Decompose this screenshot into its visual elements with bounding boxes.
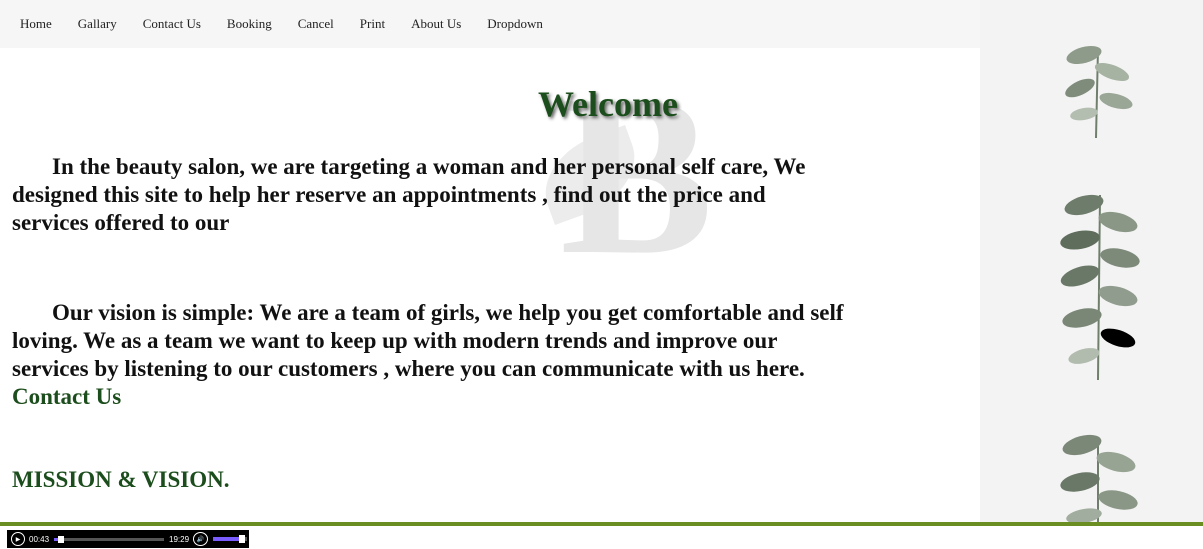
- nav-print[interactable]: Print: [360, 16, 385, 32]
- seek-handle[interactable]: [58, 535, 65, 543]
- eucalyptus-branch-3: [1060, 434, 1138, 524]
- eucalyptus-decoration: [1060, 45, 1140, 524]
- nav-gallary[interactable]: Gallary: [78, 16, 117, 32]
- contact-us-link[interactable]: Contact Us: [12, 384, 121, 409]
- duration-time: 19:29: [169, 534, 190, 544]
- audio-player: ▶ 00:43 19:29 🔊: [7, 530, 249, 548]
- seek-bar[interactable]: [54, 535, 165, 543]
- vision-paragraph: Our vision is simple: We are a team of g…: [12, 299, 852, 411]
- eucalyptus-branch-1: [1065, 45, 1133, 139]
- nav-home[interactable]: Home: [20, 16, 52, 32]
- vision-text: Our vision is simple: We are a team of g…: [12, 300, 844, 381]
- nav-about-us[interactable]: About Us: [411, 16, 461, 32]
- eucalyptus-branch-2: [1060, 194, 1140, 381]
- nav-contact-us[interactable]: Contact Us: [143, 16, 201, 32]
- intro-text: In the beauty salon, we are targeting a …: [12, 154, 806, 235]
- volume-level: [213, 537, 242, 541]
- divider-line: [0, 522, 1203, 526]
- current-time: 00:43: [29, 534, 50, 544]
- decor-panel: [980, 0, 1203, 524]
- play-icon[interactable]: ▶: [11, 532, 25, 546]
- nav-cancel[interactable]: Cancel: [298, 16, 334, 32]
- intro-paragraph: In the beauty salon, we are targeting a …: [12, 153, 832, 237]
- nav-dropdown[interactable]: Dropdown: [487, 16, 543, 32]
- volume-slider[interactable]: [213, 535, 248, 543]
- nav-booking[interactable]: Booking: [227, 16, 272, 32]
- navbar: Home Gallary Contact Us Booking Cancel P…: [0, 0, 980, 48]
- mission-vision-heading: MISSION & VISION.: [12, 467, 230, 492]
- welcome-heading: Welcome: [538, 84, 678, 124]
- volume-icon[interactable]: 🔊: [193, 532, 209, 546]
- volume-handle[interactable]: [238, 535, 245, 543]
- main-content: [0, 48, 980, 522]
